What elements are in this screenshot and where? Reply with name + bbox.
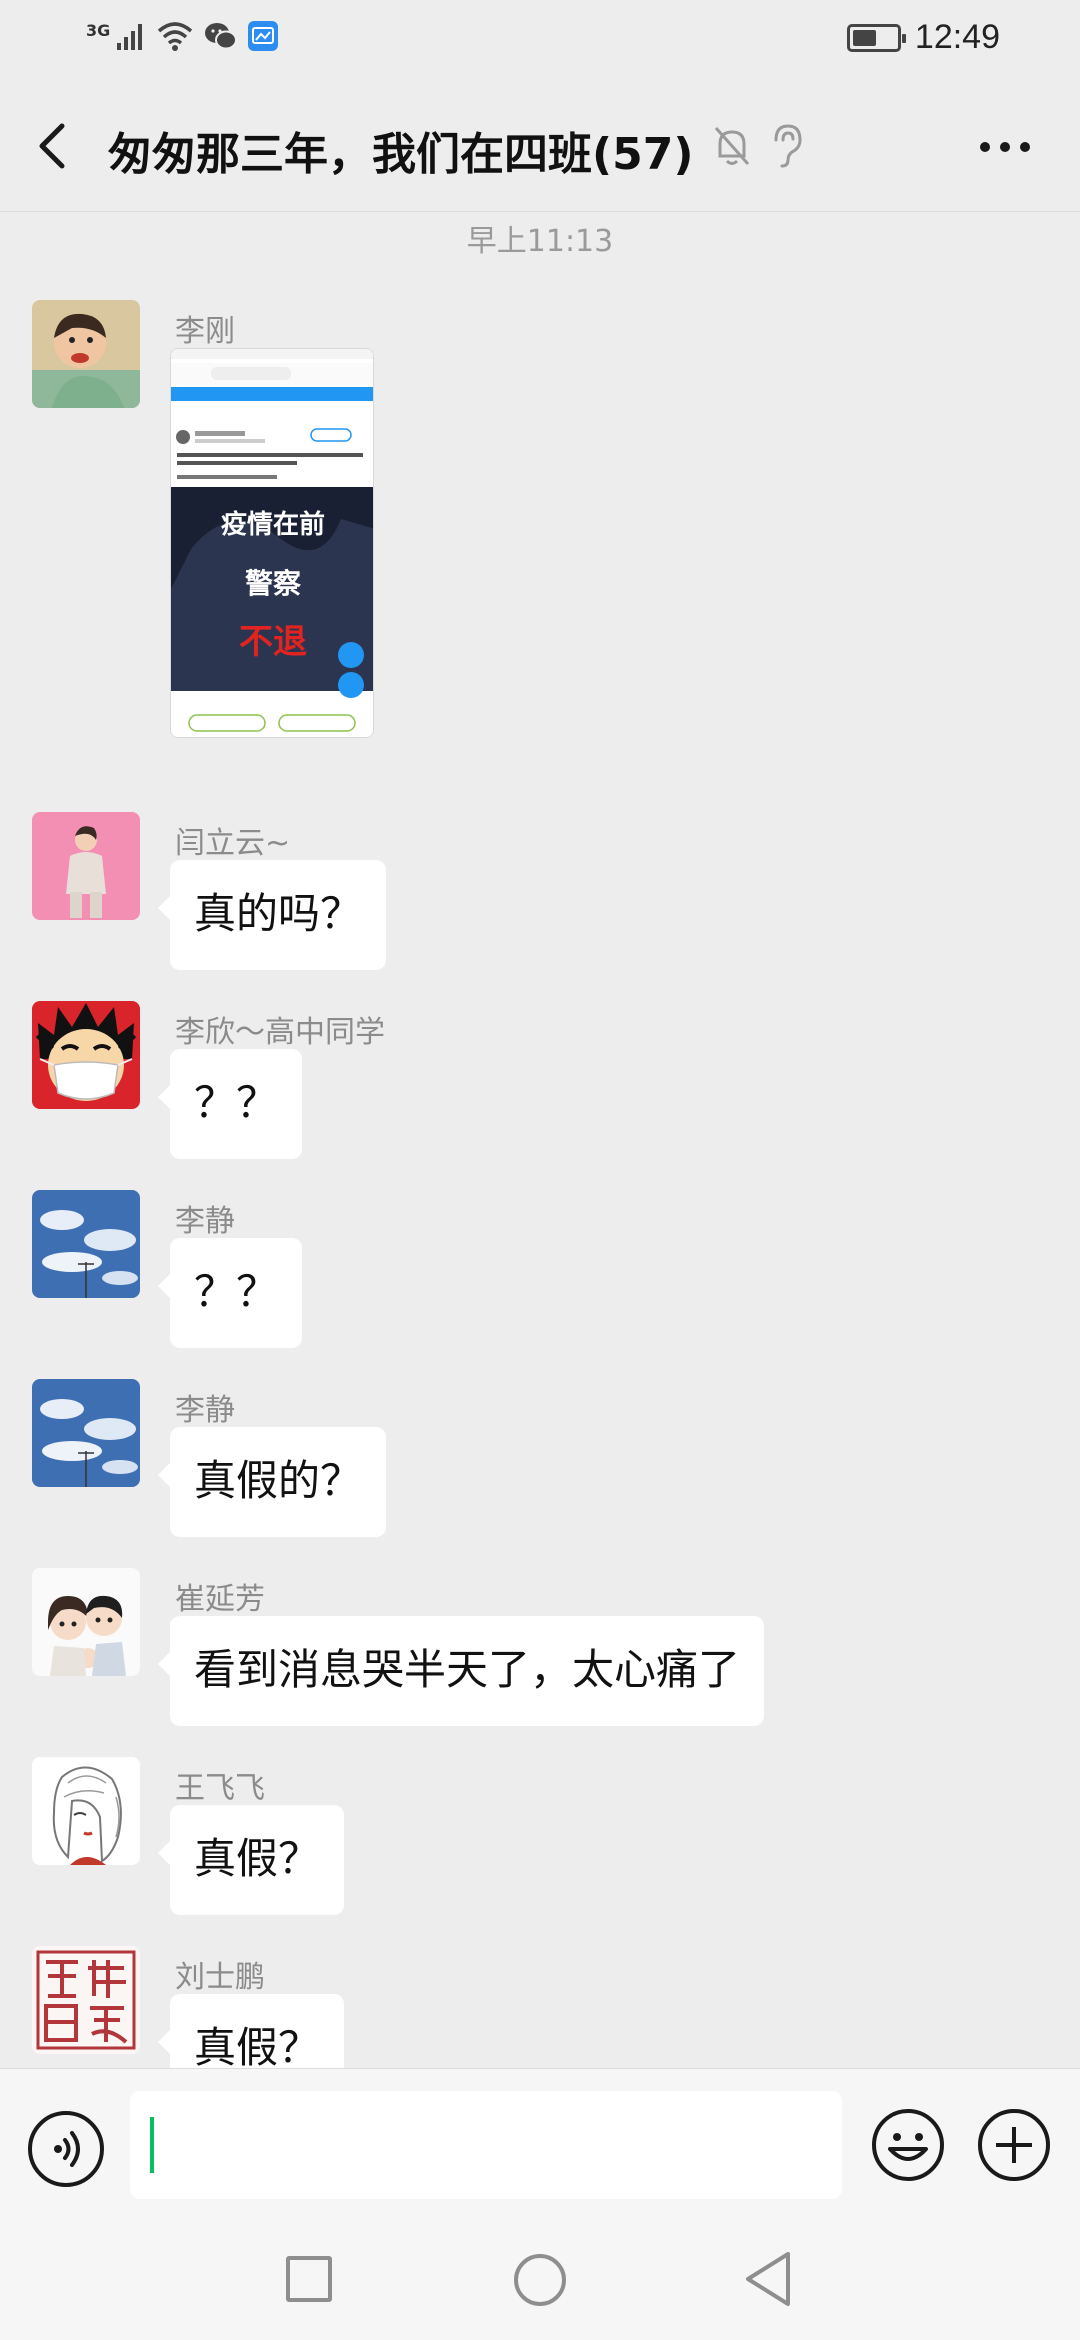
message-bubble[interactable]: 真假？ bbox=[157, 1805, 345, 1915]
plus-icon[interactable] bbox=[976, 2107, 1052, 2183]
text-caret bbox=[150, 2117, 154, 2173]
signal-icon bbox=[117, 24, 143, 50]
back-arrow-icon[interactable] bbox=[26, 114, 80, 178]
red-seal-avatar bbox=[32, 1946, 140, 2054]
chat-timestamp: 早上11:13 bbox=[466, 224, 614, 259]
cartoon-couple-avatar bbox=[32, 1568, 140, 1676]
sender-name: 王飞飞 bbox=[175, 1771, 265, 1806]
wifi-icon bbox=[158, 22, 193, 51]
screenshot-thumbnail: 疫情在前 警察 不退 bbox=[171, 349, 373, 737]
home-button[interactable] bbox=[514, 2254, 566, 2306]
nav-back-triangle-icon[interactable] bbox=[742, 2250, 794, 2308]
message-text-input[interactable] bbox=[130, 2091, 842, 2199]
sender-name: 崔延芳 bbox=[175, 1582, 265, 1617]
avatar[interactable] bbox=[32, 1379, 140, 1487]
network-type: 3G bbox=[86, 20, 111, 40]
voice-wave-icon bbox=[54, 2131, 80, 2167]
wechat-icon bbox=[205, 23, 238, 50]
sketch-girl-avatar bbox=[32, 1757, 140, 1865]
system-nav-bar bbox=[0, 2228, 1080, 2340]
clock: 12:49 bbox=[914, 18, 1000, 56]
mute-bell-icon bbox=[714, 127, 750, 165]
sender-name: 李静 bbox=[175, 1204, 235, 1239]
shared-screenshot-image[interactable]: 疫情在前 警察 不退 bbox=[170, 348, 374, 738]
avatar[interactable] bbox=[32, 1568, 140, 1676]
sender-name: 李刚 bbox=[175, 314, 235, 349]
sender-name: 闫立云~ bbox=[175, 826, 291, 861]
message-input-bar bbox=[0, 2068, 1080, 2228]
image-caption-line-3: 不退 bbox=[239, 622, 307, 662]
avatar[interactable] bbox=[32, 300, 140, 408]
message-bubble[interactable]: 真的吗？ bbox=[157, 860, 387, 970]
image-caption-line-1: 疫情在前 bbox=[221, 509, 325, 540]
sender-name: 李静 bbox=[175, 1393, 235, 1428]
emoji-icon[interactable] bbox=[870, 2107, 946, 2183]
battery-level bbox=[852, 29, 876, 46]
message-bubble[interactable]: 看到消息哭半天了，太心痛了 bbox=[157, 1616, 765, 1726]
chat-title: 匆匆那三年，我们在四班(57) bbox=[108, 129, 694, 180]
avatar[interactable] bbox=[32, 1946, 140, 2054]
sender-name: 李欣～高中同学 bbox=[175, 1015, 385, 1050]
earpiece-mode-icon bbox=[774, 124, 802, 168]
battery-icon bbox=[846, 23, 906, 52]
message-bubble[interactable]: ？？ bbox=[157, 1238, 303, 1348]
more-options-icon[interactable] bbox=[978, 140, 1032, 154]
status-right: 12:49 bbox=[846, 18, 1000, 57]
woman-pink-avatar bbox=[32, 812, 140, 920]
recent-apps-button[interactable] bbox=[286, 2256, 332, 2302]
status-icons: 3G bbox=[86, 20, 279, 52]
sky-clouds-avatar bbox=[32, 1379, 140, 1487]
avatar[interactable] bbox=[32, 1001, 140, 1109]
weather-app-icon bbox=[248, 21, 279, 51]
avatar[interactable] bbox=[32, 812, 140, 920]
image-caption-line-2: 警察 bbox=[245, 567, 302, 600]
message-bubble[interactable]: ？？ bbox=[157, 1049, 303, 1159]
avatar[interactable] bbox=[32, 1757, 140, 1865]
voice-input-button[interactable] bbox=[28, 2111, 104, 2187]
message-bubble[interactable]: 真假的？ bbox=[157, 1427, 387, 1537]
sky-clouds-avatar bbox=[32, 1190, 140, 1298]
child-photo-avatar bbox=[32, 300, 140, 408]
cartoon-masked-boy-avatar bbox=[32, 1001, 140, 1109]
status-bar: 3G 12:49 bbox=[0, 0, 1080, 80]
chat-header: 匆匆那三年，我们在四班(57) bbox=[0, 80, 1080, 212]
sender-name: 刘士鹏 bbox=[175, 1960, 265, 1995]
avatar[interactable] bbox=[32, 1190, 140, 1298]
